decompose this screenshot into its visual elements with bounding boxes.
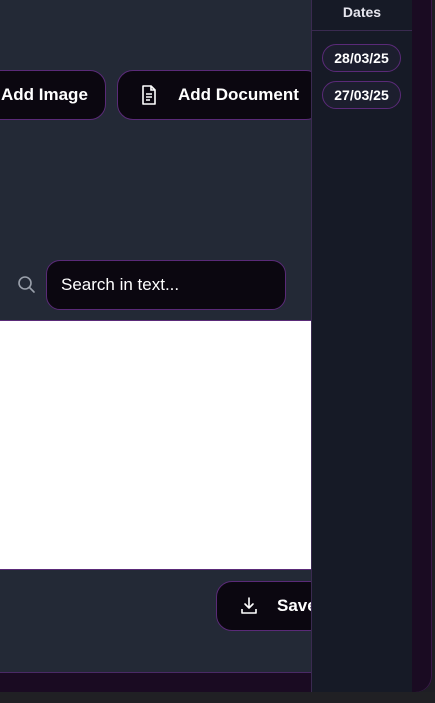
date-item[interactable]: 28/03/25 (322, 44, 401, 72)
dates-sidebar: Dates 28/03/25 27/03/25 (311, 0, 412, 692)
add-image-label: Add Image (1, 85, 88, 104)
add-document-label: Add Document (178, 85, 299, 104)
text-content-area[interactable] (0, 320, 312, 570)
save-button[interactable]: Save (216, 581, 326, 631)
search-icon (17, 275, 37, 295)
document-icon (140, 85, 158, 105)
date-item[interactable]: 27/03/25 (322, 81, 401, 109)
dates-header: Dates (312, 0, 412, 31)
download-icon (239, 596, 259, 616)
editor-panel: Add Image Add Document Search in text...… (0, 0, 326, 673)
bottom-strip (0, 692, 435, 703)
add-document-button[interactable]: Add Document (117, 70, 322, 120)
add-image-button[interactable]: Add Image (0, 70, 106, 120)
app-window: Add Image Add Document Search in text...… (0, 0, 432, 692)
search-input[interactable] (46, 260, 286, 310)
